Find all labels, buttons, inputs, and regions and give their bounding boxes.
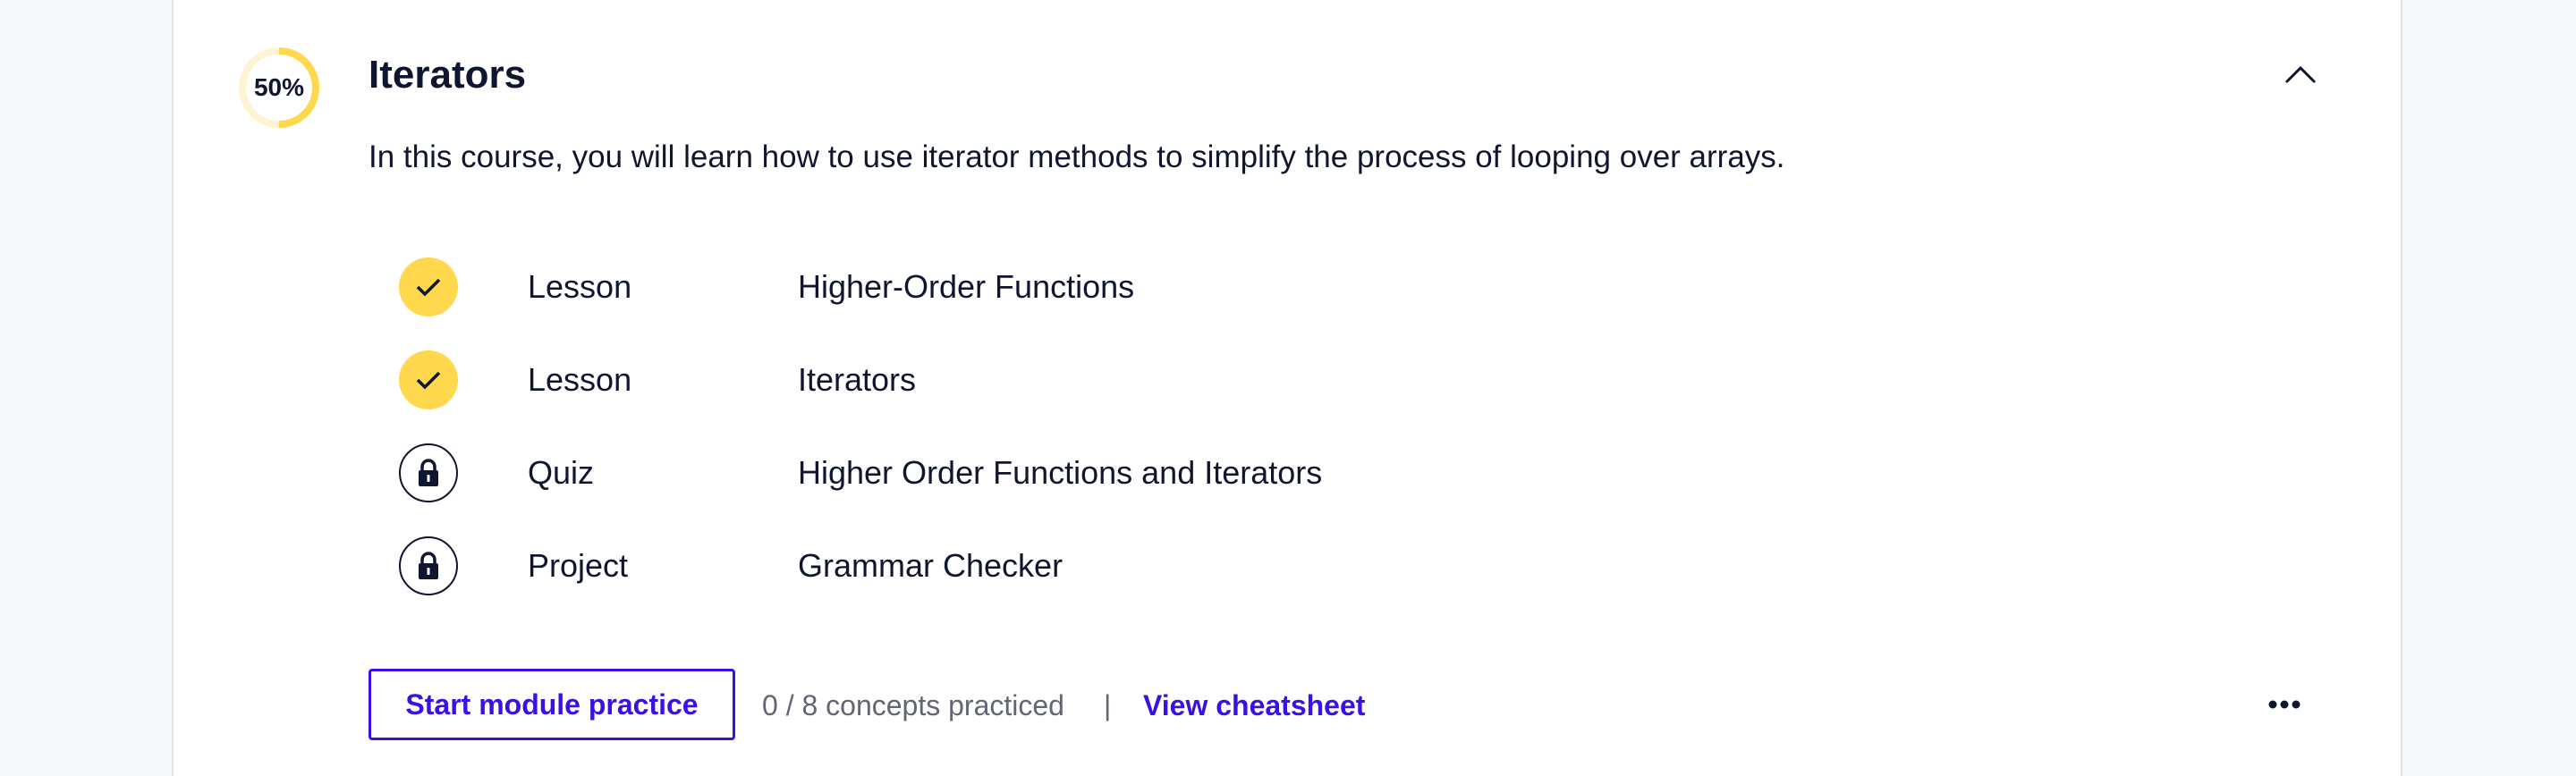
item-type: Quiz <box>528 454 595 491</box>
module-card: 50% Iterators In this course, you will l… <box>172 0 2402 776</box>
collapse-button[interactable] <box>2277 55 2324 93</box>
completed-status <box>399 350 458 409</box>
lock-icon <box>419 552 438 579</box>
item-name: Higher-Order Functions <box>798 268 1135 305</box>
module-item-iterators[interactable]: Lesson Iterators <box>399 350 1830 409</box>
module-item-project[interactable]: Project Grammar Checker <box>399 536 1830 595</box>
check-icon <box>416 278 441 297</box>
lock-icon <box>419 459 438 486</box>
item-type: Lesson <box>528 268 632 305</box>
view-cheatsheet-link[interactable]: View cheatsheet <box>1143 687 1365 724</box>
item-type: Project <box>528 547 629 584</box>
locked-status <box>399 443 458 502</box>
module-title: Iterators <box>369 53 527 97</box>
item-name: Grammar Checker <box>798 547 1063 584</box>
progress-percent: 50% <box>253 73 305 101</box>
completed-status <box>399 257 458 316</box>
concepts-practiced-count: 0 / 8 concepts practiced <box>762 689 1064 721</box>
module-item-higher-order-functions[interactable]: Lesson Higher-Order Functions <box>399 257 1830 316</box>
ellipsis-icon <box>2268 700 2301 709</box>
module-item-quiz[interactable]: Quiz Higher Order Functions and Iterator… <box>399 443 1830 502</box>
item-type: Lesson <box>528 361 632 398</box>
item-name: Iterators <box>798 361 917 398</box>
module-description: In this course, you will learn how to us… <box>369 139 1785 174</box>
chevron-up-icon <box>2284 65 2317 84</box>
item-name: Higher Order Functions and Iterators <box>798 454 1323 491</box>
module-progress-ring: 50% <box>238 46 320 129</box>
locked-status <box>399 536 458 595</box>
footer-divider: | <box>1104 689 1112 721</box>
more-options-button[interactable] <box>2258 688 2311 721</box>
start-module-practice-button[interactable]: Start module practice <box>369 669 735 740</box>
check-icon <box>416 371 441 390</box>
